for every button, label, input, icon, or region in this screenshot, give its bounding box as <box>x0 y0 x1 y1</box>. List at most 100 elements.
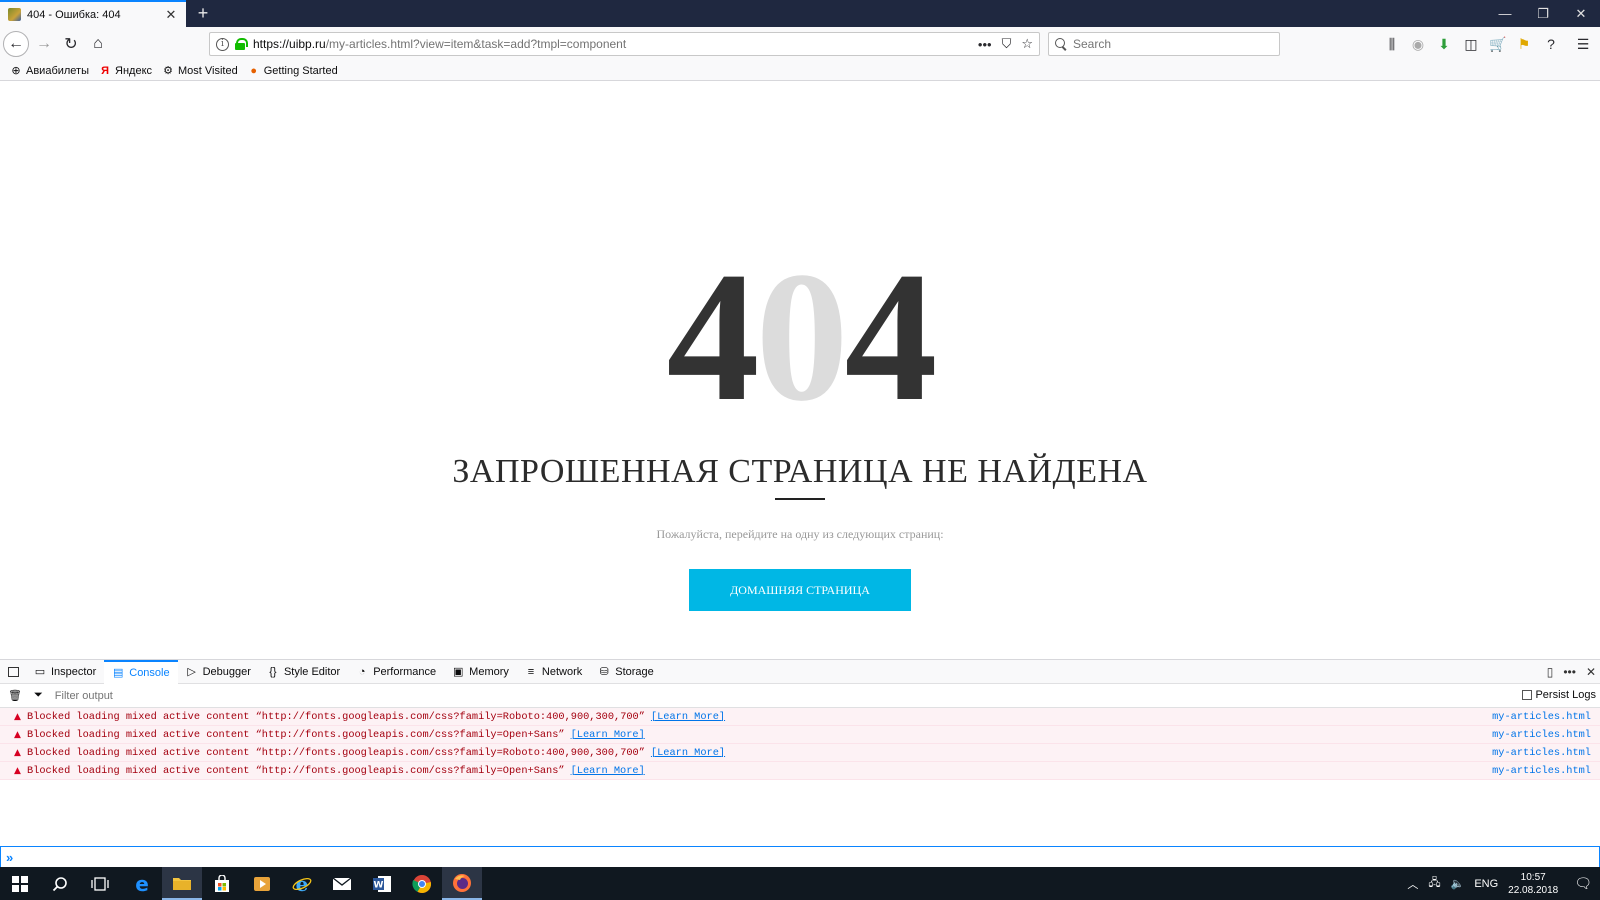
firefox-icon <box>453 873 471 892</box>
gear-icon: ⚙ <box>163 64 173 77</box>
url-bar[interactable]: i https://uibp.ru/my-articles.html?view=… <box>209 32 1040 56</box>
tab-debugger[interactable]: ▷ Debugger <box>178 660 259 684</box>
bookmark-flag-icon[interactable]: ⚑ <box>1515 35 1533 53</box>
tab-performance[interactable]: ◔ Performance <box>348 660 444 684</box>
cart-icon[interactable]: 🛒 <box>1489 35 1507 53</box>
network-icon[interactable]: 🖧 <box>1428 874 1440 893</box>
bookmark-getting-started[interactable]: ● Getting Started <box>248 65 337 77</box>
taskbar-media-player[interactable] <box>242 867 282 900</box>
chevron-up-icon[interactable]: ︿ <box>1407 876 1418 892</box>
media-player-icon <box>254 876 270 891</box>
bookmark-aviabilety[interactable]: ⊕ Авиабилеты <box>10 65 89 77</box>
dock-icon[interactable]: ▯ <box>1547 665 1554 679</box>
tab-console[interactable]: ▤ Console <box>104 659 178 684</box>
close-devtools-icon[interactable]: ✕ <box>1586 665 1596 679</box>
message-source-link[interactable]: my-articles.html <box>1492 762 1591 780</box>
console-messages: ▲ Blocked loading mixed active content “… <box>0 708 1600 780</box>
tab-inspector[interactable]: ▭ Inspector <box>26 660 104 684</box>
search-icon <box>52 876 67 891</box>
taskbar-mail[interactable] <box>322 867 362 900</box>
title-bar: 404 - Ошибка: 404 ✕ + — ❐ ✕ <box>0 0 1600 27</box>
extension-gray-icon[interactable]: ◉ <box>1409 35 1427 53</box>
bookmark-yandex[interactable]: Я Яндекс <box>99 65 152 77</box>
back-button[interactable]: ← <box>3 31 29 57</box>
restore-button[interactable]: ❐ <box>1524 0 1562 27</box>
filter-output-input[interactable] <box>54 689 355 702</box>
home-button[interactable]: ⌂ <box>85 31 111 57</box>
learn-more-link[interactable]: [Learn More] <box>651 711 725 723</box>
extension-download-icon[interactable]: ⬇ <box>1435 35 1453 53</box>
svg-text:W: W <box>374 880 384 890</box>
input-language[interactable]: ENG <box>1474 878 1498 890</box>
tab-storage[interactable]: ⛁ Storage <box>590 660 662 684</box>
folder-icon <box>173 877 191 890</box>
tab-style-editor[interactable]: {} Style Editor <box>259 660 348 684</box>
info-icon[interactable]: i <box>216 37 229 51</box>
learn-more-link[interactable]: [Learn More] <box>571 765 645 777</box>
globe-icon: ⊕ <box>11 64 21 77</box>
library-icon[interactable]: ⫼ <box>1383 35 1401 53</box>
tab-network[interactable]: ≡ Network <box>517 660 590 684</box>
message-source-link[interactable]: my-articles.html <box>1492 744 1591 762</box>
console-input[interactable]: » <box>0 846 1600 868</box>
store-bag-icon <box>215 874 229 892</box>
message-source-link[interactable]: my-articles.html <box>1492 708 1591 726</box>
taskbar-file-explorer[interactable] <box>162 867 202 900</box>
browser-tab-active[interactable]: 404 - Ошибка: 404 ✕ <box>0 0 186 27</box>
forward-button[interactable]: → <box>31 31 57 57</box>
warning-icon: ▲ <box>14 765 21 776</box>
trash-icon[interactable]: 🗑 <box>8 689 22 702</box>
tab-memory[interactable]: ▣ Memory <box>444 660 517 684</box>
console-message: ▲ Blocked loading mixed active content “… <box>0 708 1600 726</box>
volume-icon[interactable]: 🔈 <box>1451 877 1465 890</box>
home-page-button[interactable]: ДОМАШНЯЯ СТРАНИЦА <box>689 569 911 611</box>
start-button[interactable] <box>0 867 40 900</box>
reload-icon: ↻ <box>64 36 78 53</box>
new-tab-button[interactable]: + <box>192 2 214 24</box>
element-picker-icon[interactable] <box>0 660 26 684</box>
error-subtitle: Пожалуйста, перейдите на одну из следующ… <box>656 527 944 541</box>
task-view-icon <box>91 876 109 891</box>
search-icon <box>1055 38 1067 50</box>
taskbar-internet-explorer[interactable]: e <box>282 867 322 900</box>
learn-more-link[interactable]: [Learn More] <box>571 729 645 741</box>
arrow-left-icon: ← <box>8 35 24 52</box>
minimize-button[interactable]: — <box>1486 0 1524 27</box>
search-input[interactable] <box>1073 37 1263 51</box>
notifications-icon[interactable]: 🗨 <box>1574 875 1592 892</box>
bookmark-star-icon[interactable]: ☆ <box>1021 36 1033 52</box>
taskbar-word[interactable]: W <box>362 867 402 900</box>
menu-icon[interactable]: ☰ <box>1574 35 1592 53</box>
devtools-toolbar: ▭ Inspector ▤ Console ▷ Debugger {} Style Ed… <box>0 659 1600 684</box>
checkbox-icon[interactable] <box>1522 690 1533 700</box>
taskbar-firefox[interactable] <box>442 867 482 900</box>
gauge-icon: ◔ <box>358 665 366 678</box>
bookmark-most-visited[interactable]: ⚙ Most Visited <box>162 65 238 77</box>
arrow-right-icon: → <box>36 35 52 52</box>
taskbar-store[interactable] <box>202 867 242 900</box>
word-icon: W <box>373 875 391 892</box>
task-view-button[interactable] <box>80 867 120 900</box>
taskbar-edge[interactable]: e <box>122 867 162 900</box>
help-icon[interactable]: ? <box>1542 35 1560 53</box>
taskbar-chrome[interactable] <box>402 867 442 900</box>
warning-icon: ▲ <box>14 747 21 758</box>
pocket-icon[interactable]: ⛉ <box>1002 36 1012 52</box>
search-bar[interactable] <box>1048 32 1280 56</box>
edge-icon: e <box>135 874 149 894</box>
sidebar-icon[interactable]: ◫ <box>1462 35 1480 53</box>
filter-icon[interactable]: ⏷ <box>34 689 43 702</box>
lock-icon[interactable] <box>235 38 248 50</box>
devtools-panel: ▭ Inspector ▤ Console ▷ Debugger {} Style Ed… <box>0 659 1600 868</box>
persist-logs-checkbox[interactable]: Persist Logs <box>1522 689 1596 701</box>
more-options-icon[interactable]: ••• <box>1563 665 1576 679</box>
clock[interactable]: 10:57 22.08.2018 <box>1508 871 1558 897</box>
learn-more-link[interactable]: [Learn More] <box>651 747 725 759</box>
tab-close-icon[interactable]: ✕ <box>164 7 178 23</box>
message-source-link[interactable]: my-articles.html <box>1492 726 1591 744</box>
page-actions-icon[interactable]: ••• <box>978 37 992 52</box>
close-window-button[interactable]: ✕ <box>1562 0 1600 27</box>
url-text[interactable]: https://uibp.ru/my-articles.html?view=it… <box>253 37 978 51</box>
taskbar-search-button[interactable] <box>40 867 80 900</box>
reload-button[interactable]: ↻ <box>58 31 84 57</box>
